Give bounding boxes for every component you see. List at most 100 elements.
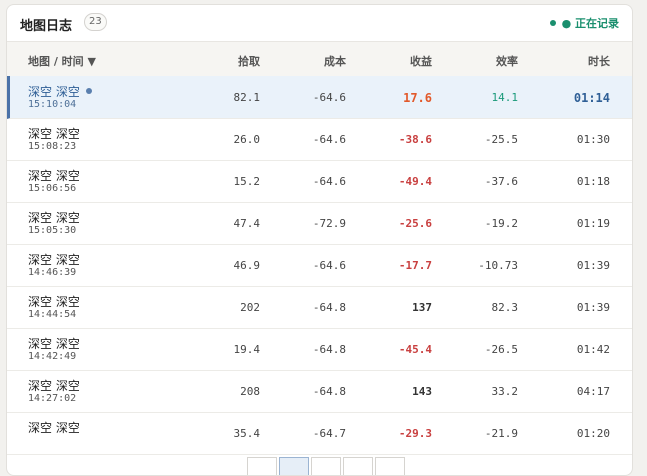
- row-time: 14:42:49: [28, 351, 77, 362]
- col-cost[interactable]: 成本: [324, 53, 346, 69]
- row-map-name-text: 深空 深空: [28, 85, 80, 99]
- row-time: 14:44:54: [28, 309, 77, 320]
- row-map-name-text: 深空 深空: [28, 127, 80, 141]
- table-row[interactable]: 深空 深空 14:42:49 19.4 -64.8 -45.4 -26.5 01:42: [7, 328, 632, 371]
- row-time: 15:10:04: [28, 99, 77, 110]
- row-gain: 17.6: [403, 91, 432, 105]
- page-prev-button[interactable]: [247, 457, 277, 475]
- map-log-panel: 地图日志 23 ● 正在记录 地图 / 时间 ▼ 拾取 成本 收益 效率 时长 …: [6, 4, 633, 476]
- col-map-time[interactable]: 地图 / 时间 ▼: [28, 53, 96, 69]
- row-duration: 01:30: [576, 133, 610, 146]
- row-pick: 47.4: [233, 217, 261, 230]
- table-row[interactable]: 深空 深空 35.4 -64.7 -29.3 -21.9 01:20: [7, 412, 632, 455]
- row-pick: 26.0: [233, 133, 261, 146]
- row-duration: 01:20: [576, 427, 610, 440]
- row-cost: -64.8: [312, 343, 346, 356]
- col-duration[interactable]: 时长: [588, 53, 610, 69]
- row-map-name: 深空 深空: [28, 251, 80, 268]
- page-next-button[interactable]: [375, 457, 405, 475]
- row-efficiency: 14.1: [491, 91, 519, 104]
- page-2-button[interactable]: [311, 457, 341, 475]
- count-badge: 23: [84, 13, 107, 31]
- row-map-name: 深空 深空: [28, 125, 80, 142]
- row-cost: -64.6: [312, 133, 346, 146]
- row-efficiency: 33.2: [491, 385, 519, 398]
- row-map-name-text: 深空 深空: [28, 211, 80, 225]
- row-efficiency: -21.9: [484, 427, 518, 440]
- panel-header: 地图日志 23 ● 正在记录: [7, 5, 632, 41]
- row-pick: 15.2: [233, 175, 261, 188]
- row-duration: 01:19: [576, 217, 610, 230]
- row-cost: -64.6: [312, 91, 346, 104]
- row-time: 15:05:30: [28, 225, 77, 236]
- row-map-name: 深空 深空: [28, 293, 80, 310]
- recording-status[interactable]: ● 正在记录: [549, 15, 619, 31]
- page-1-button[interactable]: [279, 457, 309, 475]
- row-gain: 137: [412, 301, 432, 314]
- row-efficiency: -37.6: [484, 175, 518, 188]
- row-time: 15:08:23: [28, 141, 77, 152]
- row-efficiency: 82.3: [491, 301, 519, 314]
- recording-dot-icon: [549, 20, 556, 26]
- table-row[interactable]: 深空 深空 15:10:04 82.1 -64.6 17.6 14.1 01:14: [7, 76, 632, 119]
- row-duration: 01:39: [576, 301, 610, 314]
- row-efficiency: -25.5: [484, 133, 518, 146]
- table-row[interactable]: 深空 深空 15:05:30 47.4 -72.9 -25.6 -19.2 01:19: [7, 202, 632, 245]
- row-map-name-text: 深空 深空: [28, 253, 80, 267]
- row-cost: -64.8: [312, 301, 346, 314]
- pagination: [247, 457, 407, 475]
- row-cost: -64.7: [312, 427, 346, 440]
- row-gain: -25.6: [398, 217, 432, 230]
- row-efficiency: -19.2: [484, 217, 518, 230]
- row-pick: 202: [240, 301, 260, 314]
- row-pick: 46.9: [233, 259, 261, 272]
- row-duration: 01:39: [576, 259, 610, 272]
- table-row[interactable]: 深空 深空 14:44:54 202 -64.8 137 82.3 01:39: [7, 286, 632, 329]
- row-cost: -64.6: [312, 259, 346, 272]
- row-map-name: 深空 深空: [28, 209, 80, 226]
- row-pick: 35.4: [233, 427, 261, 440]
- table-row[interactable]: 深空 深空 15:08:23 26.0 -64.6 -38.6 -25.5 01:30: [7, 118, 632, 161]
- row-map-name-text: 深空 深空: [28, 169, 80, 183]
- table-row[interactable]: 深空 深空 14:46:39 46.9 -64.6 -17.7 -10.73 01:39: [7, 244, 632, 287]
- recording-label: ● 正在记录: [561, 17, 619, 30]
- table-header: 地图 / 时间 ▼ 拾取 成本 收益 效率 时长: [7, 41, 632, 77]
- row-duration: 04:17: [576, 385, 610, 398]
- row-gain: -45.4: [398, 343, 432, 356]
- col-efficiency[interactable]: 效率: [496, 53, 518, 69]
- col-gain[interactable]: 收益: [410, 53, 432, 69]
- row-map-name-text: 深空 深空: [28, 295, 80, 309]
- table-row[interactable]: 深空 深空 14:27:02 208 -64.8 143 33.2 04:17: [7, 370, 632, 413]
- row-efficiency: -10.73: [478, 259, 518, 272]
- live-indicator-icon: [85, 88, 92, 94]
- row-duration: 01:14: [573, 91, 610, 105]
- row-map-name-text: 深空 深空: [28, 379, 80, 393]
- col-pick[interactable]: 拾取: [238, 53, 260, 69]
- table-row[interactable]: 深空 深空 15:06:56 15.2 -64.6 -49.4 -37.6 01:18: [7, 160, 632, 203]
- row-time: 14:46:39: [28, 267, 77, 278]
- row-map-name: 深空 深空: [28, 377, 80, 394]
- row-duration: 01:42: [576, 343, 610, 356]
- row-gain: -17.7: [398, 259, 432, 272]
- row-map-name: 深空 深空: [28, 83, 92, 100]
- row-cost: -64.8: [312, 385, 346, 398]
- row-gain: -38.6: [398, 133, 432, 146]
- row-time: 14:27:02: [28, 393, 77, 404]
- row-efficiency: -26.5: [484, 343, 518, 356]
- page-3-button[interactable]: [343, 457, 373, 475]
- row-cost: -72.9: [312, 217, 346, 230]
- row-gain: -49.4: [398, 175, 432, 188]
- row-duration: 01:18: [576, 175, 610, 188]
- row-pick: 82.1: [233, 91, 261, 104]
- row-cost: -64.6: [312, 175, 346, 188]
- row-time: 15:06:56: [28, 183, 77, 194]
- row-gain: -29.3: [398, 427, 432, 440]
- row-map-name: 深空 深空: [28, 167, 80, 184]
- row-map-name-text: 深空 深空: [28, 421, 80, 435]
- row-gain: 143: [412, 385, 432, 398]
- row-pick: 208: [240, 385, 260, 398]
- row-map-name: 深空 深空: [28, 335, 80, 352]
- row-pick: 19.4: [233, 343, 261, 356]
- row-map-name: 深空 深空: [28, 419, 80, 436]
- panel-title: 地图日志: [20, 19, 73, 34]
